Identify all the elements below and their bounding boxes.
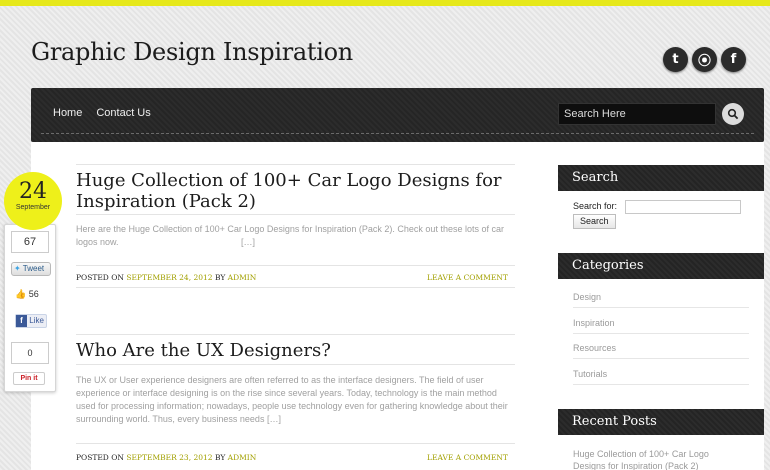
facebook-icon[interactable]: f: [721, 47, 746, 72]
post-excerpt: Here are the Huge Collection of 100+ Car…: [76, 223, 506, 249]
post-divider: [76, 164, 515, 165]
post-divider: [76, 443, 515, 444]
search-button[interactable]: [722, 103, 744, 125]
post-meta: POSTED ON SEPTEMBER 24, 2012 BY ADMIN: [76, 273, 256, 282]
category-link-inspiration[interactable]: Inspiration: [573, 318, 615, 328]
recent-post-link[interactable]: Huge Collection of 100+ Car Logo Designs…: [573, 448, 743, 470]
date-day: 24: [19, 179, 47, 204]
sidebar-search-input[interactable]: [625, 200, 741, 214]
post-excerpt-text: Here are the Huge Collection of 100+ Car…: [76, 224, 504, 247]
widget-title-categories: Categories: [558, 253, 764, 279]
post-excerpt: The UX or User experience designers are …: [76, 375, 508, 424]
post-author-link[interactable]: ADMIN: [228, 453, 257, 462]
widget-title-recent-posts: Recent Posts: [558, 409, 764, 435]
widget-title-search: Search: [558, 165, 764, 191]
search-icon: [727, 108, 739, 120]
category-link-design[interactable]: Design: [573, 292, 601, 302]
category-link-resources[interactable]: Resources: [573, 343, 616, 353]
post-date-link[interactable]: SEPTEMBER 24, 2012: [126, 273, 212, 282]
like-label: Like: [29, 316, 44, 325]
pin-count: 0: [11, 342, 49, 364]
search-for-label: Search for:: [573, 201, 618, 211]
main-navbar: Home Contact Us Search Here: [31, 88, 764, 142]
category-divider: [573, 358, 749, 359]
post-meta: POSTED ON SEPTEMBER 23, 2012 BY ADMIN: [76, 453, 256, 462]
leave-comment-link[interactable]: LEAVE A COMMENT: [427, 273, 508, 282]
read-more-link[interactable]: […]: [241, 237, 255, 247]
post-divider: [76, 214, 515, 215]
leave-comment-link[interactable]: LEAVE A COMMENT: [427, 453, 508, 462]
like-count-value: 56: [28, 289, 39, 299]
post-author-link[interactable]: ADMIN: [228, 273, 257, 282]
thumbs-up-icon: 👍: [15, 289, 27, 299]
posted-on-label: POSTED ON: [76, 453, 124, 462]
category-divider: [573, 333, 749, 334]
category-link-tutorials[interactable]: Tutorials: [573, 369, 607, 379]
nav-item-home[interactable]: Home: [53, 107, 82, 119]
post-divider: [76, 287, 515, 288]
tweet-count: 67: [11, 231, 49, 253]
sidebar-search-button[interactable]: Search: [573, 214, 616, 229]
nav-item-contact-us[interactable]: Contact Us: [96, 107, 150, 119]
facebook-icon: f: [16, 315, 27, 327]
post-divider: [76, 334, 515, 335]
site-title[interactable]: Graphic Design Inspiration: [31, 38, 353, 66]
top-accent-bar: [0, 0, 770, 6]
posted-on-label: POSTED ON: [76, 273, 124, 282]
like-button[interactable]: f Like: [15, 314, 47, 328]
like-count: 👍 56: [15, 289, 39, 300]
date-badge: 24 September: [4, 172, 62, 230]
by-label: BY: [214, 453, 226, 462]
tweet-button[interactable]: ✦ Tweet: [11, 262, 51, 276]
post-title[interactable]: Who Are the UX Designers?: [76, 340, 506, 361]
post-divider: [76, 265, 515, 266]
pin-it-button[interactable]: Pin it: [13, 372, 45, 385]
by-label: BY: [214, 273, 226, 282]
nav-menu: Home Contact Us: [53, 107, 151, 119]
post-title[interactable]: Huge Collection of 100+ Car Logo Designs…: [76, 170, 506, 212]
category-divider: [573, 307, 749, 308]
post-divider: [76, 364, 515, 365]
twitter-icon[interactable]: t: [663, 47, 688, 72]
tweet-label: Tweet: [22, 264, 45, 273]
date-month: September: [15, 204, 51, 211]
share-box: 67 ✦ Tweet 👍 56 f Like 0 Pin it: [4, 224, 56, 392]
category-divider: [573, 384, 749, 385]
social-icons: t ⦿ f: [663, 47, 746, 72]
post-date-link[interactable]: SEPTEMBER 23, 2012: [126, 453, 212, 462]
twitter-bird-icon: ✦: [14, 264, 21, 273]
navbar-dashed-line: [41, 133, 754, 134]
rss-icon[interactable]: ⦿: [692, 47, 717, 72]
search-input[interactable]: Search Here: [558, 103, 716, 125]
